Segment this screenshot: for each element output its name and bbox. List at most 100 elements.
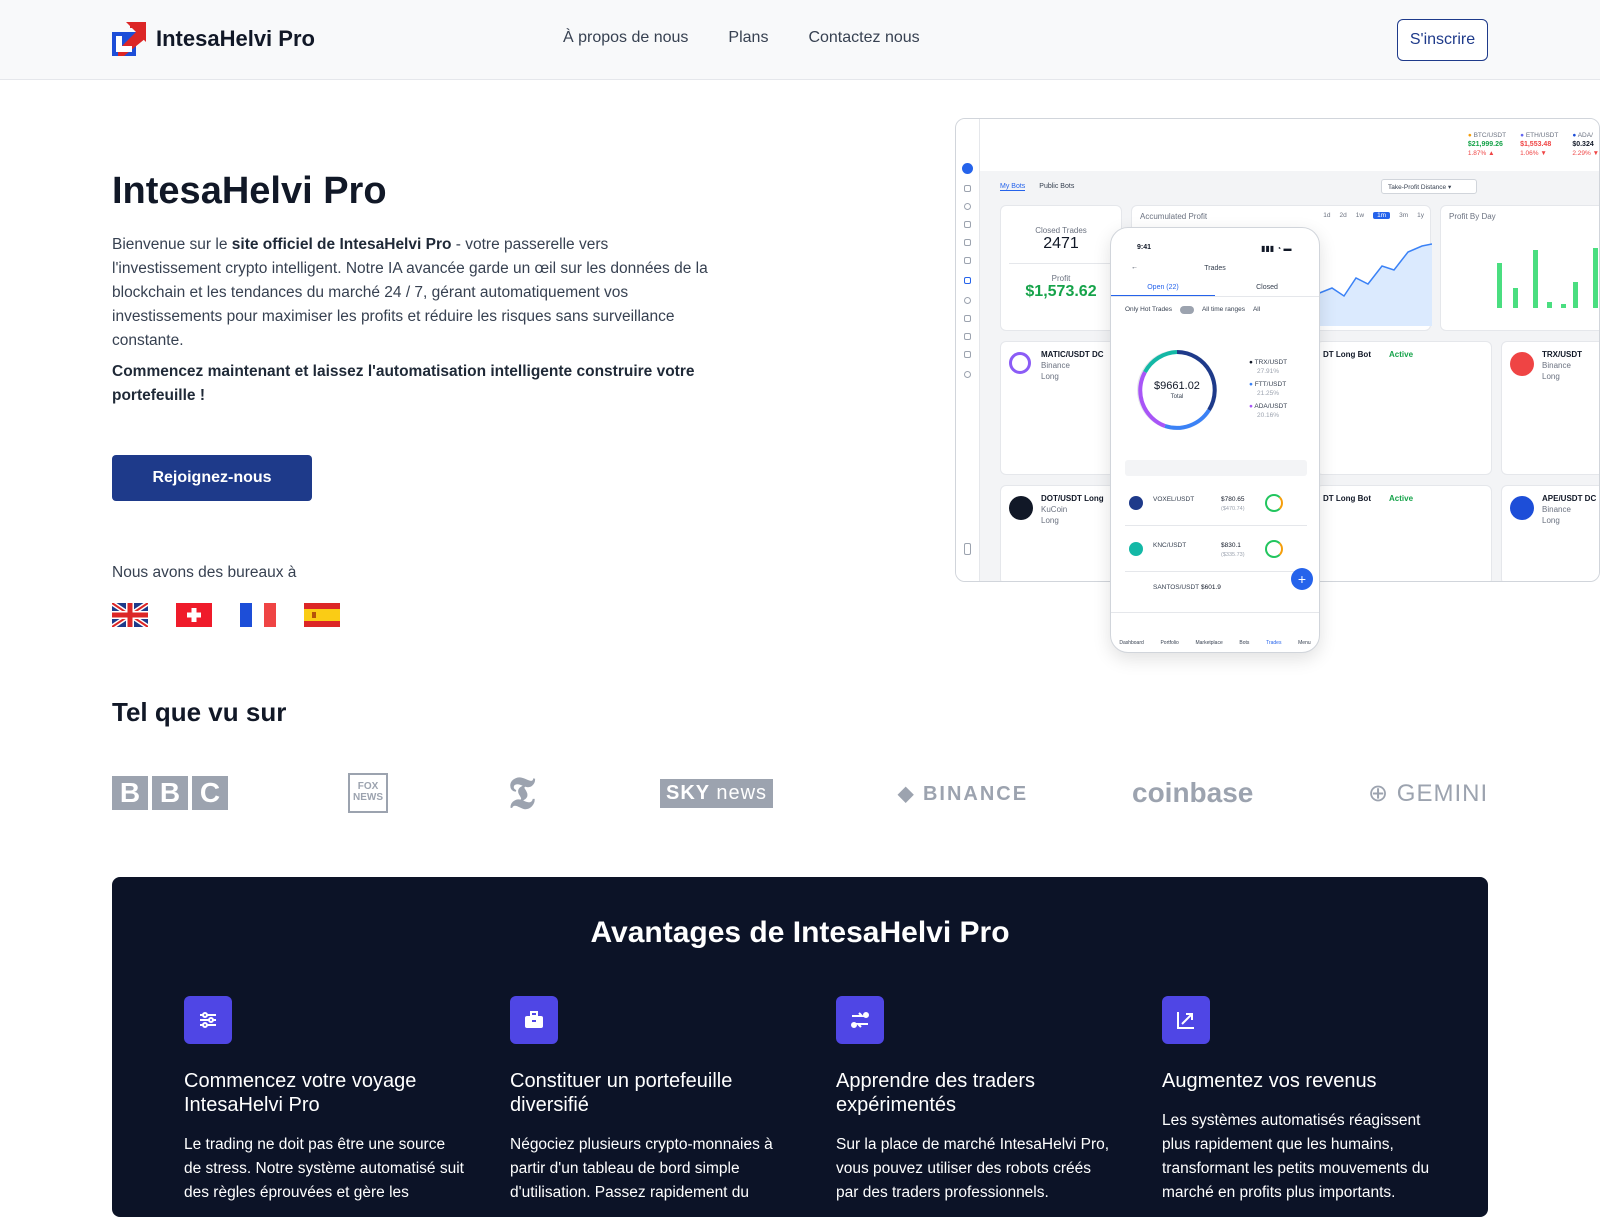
- range-1y[interactable]: 1y: [1417, 212, 1424, 219]
- bot-card[interactable]: DT Long Bot Active: [1316, 341, 1492, 475]
- feature-title: Constituer un portefeuille diversifié: [510, 1070, 733, 1116]
- ape-icon: [1510, 496, 1534, 520]
- nyt-logo: 𝕿: [508, 767, 536, 819]
- profit-bar: [1513, 288, 1518, 308]
- trade-row[interactable]: VOXEL/USDT $780.65 ($470.74): [1125, 490, 1307, 526]
- ticker-change: 1.06% ▼: [1520, 150, 1547, 157]
- profit-bar: [1497, 263, 1502, 308]
- hero-title: IntesaHelvi Pro: [112, 170, 387, 212]
- phone-nav-bots[interactable]: Bots: [1239, 640, 1249, 646]
- range-1d[interactable]: 1d: [1323, 212, 1330, 219]
- feature-text: Les systèmes automatisés réagissent plus…: [1162, 1112, 1430, 1201]
- ticker-price: $1,553.48: [1520, 141, 1552, 148]
- trade-table-header: [1125, 460, 1307, 476]
- signal-battery-icon: ▮▮▮ ◔ ▬: [1261, 244, 1292, 253]
- trade-row[interactable]: KNC/USDT $830.1 ($335.73): [1125, 536, 1307, 572]
- phone-filters: Only Hot Trades All time ranges All: [1125, 306, 1260, 314]
- trade-row[interactable]: SANTOS/USDT $601.9: [1125, 580, 1307, 600]
- tab-closed[interactable]: Closed: [1215, 284, 1319, 296]
- phone-nav-trades[interactable]: Trades: [1266, 640, 1281, 646]
- office-flags: [112, 603, 340, 627]
- range-2d[interactable]: 2d: [1340, 212, 1347, 219]
- hot-trades-filter[interactable]: Only Hot Trades: [1125, 306, 1172, 314]
- sidebar-calendar-icon: [964, 315, 971, 322]
- bot-side: Long: [1041, 372, 1059, 381]
- toggle-switch[interactable]: [1179, 306, 1194, 314]
- seen-on-title: Tel que vu sur: [112, 697, 287, 727]
- site-header: IntesaHelvi Pro À propos de nous Plans C…: [0, 0, 1600, 80]
- sidebar-eye-icon: [964, 297, 971, 304]
- accumulated-profit-label: Accumulated Profit: [1140, 212, 1208, 221]
- phone-nav-portfolio[interactable]: Portfolio: [1160, 640, 1178, 646]
- sidebar-portfolio-icon: [964, 203, 971, 210]
- profit-bar: [1533, 250, 1538, 308]
- take-profit-select[interactable]: Take-Profit Distance ▾: [1381, 179, 1477, 194]
- phone-time: 9:41: [1137, 244, 1152, 251]
- phone-nav-dashboard[interactable]: Dashboard: [1119, 640, 1143, 646]
- bot-name: MATIC/USDT DC: [1041, 350, 1104, 359]
- range-1w[interactable]: 1w: [1356, 212, 1364, 219]
- feature-card: Commencez votre voyage IntesaHelvi Pro L…: [184, 996, 464, 1205]
- trade-sub: ($470.74): [1221, 506, 1245, 512]
- ticker-pair: ETH/USDT: [1525, 132, 1559, 139]
- feature-text: Sur la place de marché IntesaHelvi Pro, …: [836, 1136, 1110, 1201]
- spain-flag-icon: [304, 603, 340, 627]
- bot-name: DT Long Bot: [1323, 494, 1371, 503]
- feature-card: Constituer un portefeuille diversifié Né…: [510, 996, 790, 1205]
- signup-button[interactable]: S'inscrire: [1397, 19, 1488, 61]
- bot-card[interactable]: APE/USDT DC Binance Long: [1501, 485, 1599, 581]
- nav-contact[interactable]: Contactez nous: [808, 29, 919, 47]
- range-3m[interactable]: 3m: [1399, 212, 1408, 219]
- portfolio-total-label: Total: [1170, 394, 1184, 400]
- phone-nav-marketplace[interactable]: Marketplace: [1195, 640, 1222, 646]
- bot-status-badge: Active: [1389, 350, 1414, 359]
- phone-title: Trades: [1204, 265, 1226, 272]
- bot-card[interactable]: TRX/USDT Binance Long: [1501, 341, 1599, 475]
- nav-plans[interactable]: Plans: [728, 29, 768, 47]
- take-profit-select-value: Take-Profit Distance: [1388, 184, 1447, 191]
- ticker-change: 1.87% ▲: [1467, 150, 1495, 157]
- portfolio-legend: ● TRX/USDT 27.91% ● FTT/USDT 21.25% ● AD…: [1249, 359, 1288, 419]
- time-range-filter[interactable]: All time ranges: [1202, 306, 1245, 314]
- bot-card[interactable]: DT Long Bot Active: [1316, 485, 1492, 581]
- ticker-btc: ● BTC/USDT $21,999.26 1.87% ▲: [1467, 132, 1507, 157]
- add-trade-button[interactable]: +: [1291, 568, 1313, 590]
- trade-price: $601.9: [1201, 584, 1221, 591]
- sidebar-dashboard-icon: [964, 185, 971, 192]
- brand-logo-icon: [112, 22, 146, 56]
- legend-pct: 21.25%: [1257, 390, 1280, 397]
- tab-open[interactable]: Open (22): [1111, 284, 1215, 296]
- nav-about[interactable]: À propos de nous: [563, 29, 688, 47]
- join-button[interactable]: Rejoignez-nous: [112, 455, 312, 501]
- feature-text: Négociez plusieurs crypto-monnaies à par…: [510, 1136, 773, 1201]
- brand-logo[interactable]: IntesaHelvi Pro: [112, 22, 315, 56]
- profit-bar: [1573, 282, 1578, 308]
- bot-tabs: My Bots Public Bots: [1000, 183, 1074, 191]
- sidebar-bots-icon: [964, 277, 971, 284]
- tab-public-bots[interactable]: Public Bots: [1039, 183, 1074, 191]
- france-flag-icon: [240, 603, 276, 627]
- main-nav: À propos de nous Plans Contactez nous: [563, 29, 920, 47]
- range-1m[interactable]: 1m: [1373, 212, 1391, 219]
- sliders-icon: [184, 996, 232, 1044]
- sidebar-lock-icon: [964, 351, 971, 358]
- offices-label: Nous avons des bureaux à: [112, 564, 297, 581]
- bot-name: TRX/USDT: [1542, 350, 1582, 359]
- bot-side: Long: [1542, 372, 1560, 381]
- all-filter[interactable]: All: [1253, 306, 1260, 314]
- feature-card: Apprendre des traders expérimentés Sur l…: [836, 996, 1116, 1205]
- feature-title: Apprendre des traders expérimentés: [836, 1070, 1036, 1116]
- profit-value: $1,573.62: [1025, 283, 1097, 300]
- tab-my-bots[interactable]: My Bots: [1000, 183, 1026, 191]
- feature-text: Le trading ne doit pas être une source d…: [184, 1136, 464, 1201]
- trx-icon: [1510, 352, 1534, 376]
- phone-nav-menu[interactable]: Menu: [1298, 640, 1311, 646]
- uk-flag-icon: [112, 603, 148, 627]
- trade-price: $830.1: [1221, 542, 1241, 549]
- phone-bottom-nav: Dashboard Portfolio Marketplace Bots Tra…: [1111, 612, 1319, 652]
- profit-bar: [1547, 302, 1552, 308]
- ticker-strip: ● BTC/USDT $21,999.26 1.87% ▲ ● ETH/USDT…: [1468, 131, 1599, 158]
- bot-name: DT Long Bot: [1323, 350, 1371, 359]
- ticker-change: 2.29% ▼: [1572, 150, 1599, 157]
- dot-icon: [1009, 496, 1033, 520]
